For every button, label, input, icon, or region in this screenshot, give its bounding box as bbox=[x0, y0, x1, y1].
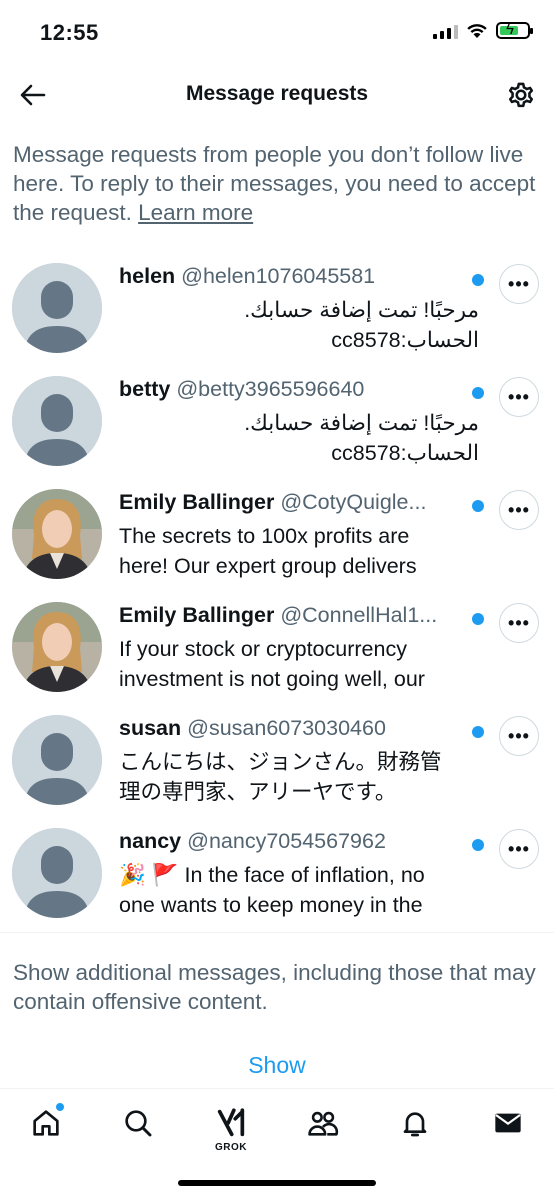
message-request-row[interactable]: helen @helen1076045581 ••• مرحبًا! تمت إضا… bbox=[0, 250, 554, 363]
sender-handle: @susan6073030460 bbox=[187, 716, 386, 740]
more-icon: ••• bbox=[508, 612, 530, 633]
tab-home[interactable] bbox=[26, 1103, 66, 1143]
avatar[interactable] bbox=[12, 376, 102, 466]
more-options-button[interactable]: ••• bbox=[499, 603, 539, 643]
avatar[interactable] bbox=[12, 263, 102, 353]
sender-line: Emily Ballinger @ConnellHal1... bbox=[119, 603, 474, 628]
preview-line: مرحبًا! تمت إضافة حسابك. bbox=[244, 298, 479, 322]
more-options-button[interactable]: ••• bbox=[499, 829, 539, 869]
communities-icon bbox=[308, 1111, 339, 1136]
sender-name: susan bbox=[119, 716, 182, 740]
unread-dot bbox=[472, 613, 484, 625]
grok-icon bbox=[217, 1108, 245, 1137]
unread-dot bbox=[472, 274, 484, 286]
status-icons: ϟ bbox=[433, 21, 533, 39]
more-icon: ••• bbox=[508, 386, 530, 407]
sender-line: Emily Ballinger @CotyQuigle... bbox=[119, 490, 474, 515]
message-preview: If your stock or cryptocurrency investmen… bbox=[119, 634, 479, 694]
divider bbox=[0, 932, 554, 933]
avatar[interactable] bbox=[12, 715, 102, 805]
message-request-row[interactable]: nancy @nancy7054567962 ••• 🎉 🚩 In the face… bbox=[0, 815, 554, 928]
preview-line: If your stock or cryptocurrency bbox=[119, 637, 407, 661]
sender-handle: @ConnellHal1... bbox=[280, 603, 438, 627]
unread-dot bbox=[472, 500, 484, 512]
sender-handle: @helen1076045581 bbox=[181, 264, 376, 288]
intro-body: Message requests from people you don’t f… bbox=[13, 142, 536, 225]
more-options-button[interactable]: ••• bbox=[499, 490, 539, 530]
sender-name: betty bbox=[119, 377, 171, 401]
message-preview: مرحبًا! تمت إضافة حسابك. الحساب:cc8578 bbox=[119, 295, 479, 355]
sender-name: Emily Ballinger bbox=[119, 490, 275, 514]
message-request-row[interactable]: Emily Ballinger @ConnellHal1... ••• If you… bbox=[0, 589, 554, 702]
unread-dot bbox=[472, 387, 484, 399]
status-bar: 12:55 ϟ bbox=[0, 0, 554, 66]
show-button[interactable]: Show bbox=[0, 1052, 554, 1079]
sender-handle: @CotyQuigle... bbox=[280, 490, 427, 514]
tab-notifications[interactable] bbox=[395, 1103, 435, 1143]
preview-line: one wants to keep money in the bbox=[119, 893, 423, 917]
tab-grok[interactable]: GROK bbox=[211, 1103, 251, 1153]
tab-search[interactable] bbox=[118, 1103, 158, 1143]
sender-handle: @betty3965596640 bbox=[176, 377, 365, 401]
home-indicator bbox=[178, 1180, 376, 1186]
message-request-row[interactable]: betty @betty3965596640 ••• مرحبًا! تمت إضا… bbox=[0, 363, 554, 476]
grok-label: GROK bbox=[215, 1142, 247, 1153]
notification-dot bbox=[56, 1103, 64, 1111]
mail-icon bbox=[495, 1113, 521, 1133]
status-time: 12:55 bbox=[40, 20, 99, 45]
preview-line: الحساب:cc8578 bbox=[331, 441, 479, 465]
intro-text: Message requests from people you don’t f… bbox=[13, 140, 543, 227]
sender-line: susan @susan6073030460 bbox=[119, 716, 474, 741]
message-request-row[interactable]: Emily Ballinger @CotyQuigle... ••• The sec… bbox=[0, 476, 554, 589]
sender-handle: @nancy7054567962 bbox=[187, 829, 386, 853]
preview-line: 🎉 🚩 In the face of inflation, no bbox=[119, 863, 425, 887]
preview-line: الحساب:cc8578 bbox=[331, 328, 479, 352]
message-request-row[interactable]: susan @susan6073030460 ••• こんにちは、ジョンさん。財務管… bbox=[0, 702, 554, 815]
learn-more-link[interactable]: Learn more bbox=[138, 200, 253, 225]
preview-line: investment is not going well, our bbox=[119, 667, 425, 691]
unread-dot bbox=[472, 839, 484, 851]
sender-name: Emily Ballinger bbox=[119, 603, 275, 627]
wifi-icon bbox=[467, 24, 487, 38]
message-preview: مرحبًا! تمت إضافة حسابك. الحساب:cc8578 bbox=[119, 408, 479, 468]
page-title: Message requests bbox=[185, 82, 369, 105]
battery-icon: ϟ bbox=[496, 21, 533, 39]
preview-line: 理の専門家、アリーヤです。 bbox=[119, 780, 397, 804]
more-icon: ••• bbox=[508, 725, 530, 746]
more-icon: ••• bbox=[508, 273, 530, 294]
message-preview: 🎉 🚩 In the face of inflation, no one want… bbox=[119, 860, 479, 920]
more-options-button[interactable]: ••• bbox=[499, 716, 539, 756]
avatar[interactable] bbox=[12, 828, 102, 918]
sender-line: helen @helen1076045581 bbox=[119, 264, 474, 289]
message-request-list: helen @helen1076045581 ••• مرحبًا! تمت إضا… bbox=[0, 250, 554, 928]
message-preview: The secrets to 100x profits are here! Our… bbox=[119, 521, 479, 581]
preview-line: こんにちは、ジョンさん。財務管 bbox=[119, 750, 442, 774]
more-options-button[interactable]: ••• bbox=[499, 377, 539, 417]
avatar[interactable] bbox=[12, 489, 102, 579]
header: Message requests bbox=[0, 66, 554, 122]
signal-icon bbox=[433, 23, 458, 39]
tab-messages[interactable] bbox=[488, 1103, 528, 1143]
additional-messages-text: Show additional messages, including thos… bbox=[13, 960, 536, 1014]
sender-line: nancy @nancy7054567962 bbox=[119, 829, 474, 854]
settings-button[interactable] bbox=[504, 78, 538, 112]
sender-name: nancy bbox=[119, 829, 182, 853]
sender-name: helen bbox=[119, 264, 176, 288]
more-icon: ••• bbox=[508, 838, 530, 859]
preview-line: مرحبًا! تمت إضافة حسابك. bbox=[244, 411, 479, 435]
sender-line: betty @betty3965596640 bbox=[119, 377, 474, 402]
gear-icon bbox=[508, 82, 534, 108]
more-options-button[interactable]: ••• bbox=[499, 264, 539, 304]
home-icon bbox=[33, 1110, 59, 1136]
unread-dot bbox=[472, 726, 484, 738]
preview-line: here! Our expert group delivers bbox=[119, 554, 417, 578]
search-icon bbox=[125, 1110, 152, 1137]
bell-icon bbox=[403, 1112, 427, 1137]
tab-communities[interactable] bbox=[303, 1103, 343, 1143]
more-icon: ••• bbox=[508, 499, 530, 520]
avatar[interactable] bbox=[12, 602, 102, 692]
preview-line: The secrets to 100x profits are bbox=[119, 524, 410, 548]
message-preview: こんにちは、ジョンさん。財務管 理の専門家、アリーヤです。 bbox=[119, 747, 479, 807]
